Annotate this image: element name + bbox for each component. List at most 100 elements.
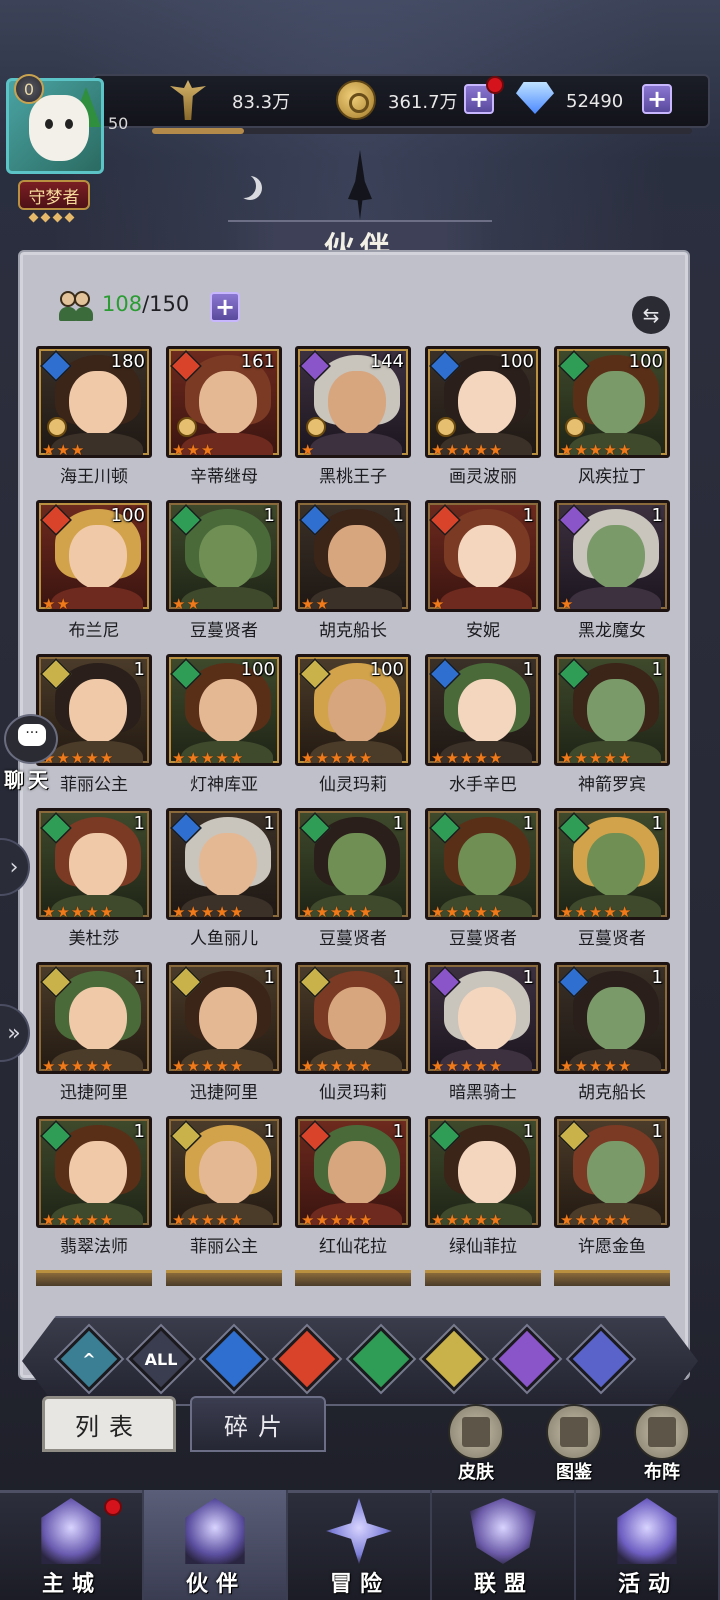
hero-level: 1 bbox=[651, 1121, 663, 1142]
codex-label[interactable]: 图鉴 bbox=[539, 1458, 609, 1484]
vip-rank-badge: 0 bbox=[14, 74, 44, 104]
hero-card[interactable]: 1 ★ ★ ★ ★ ★ 美杜莎 bbox=[36, 808, 152, 958]
nav-adventure[interactable]: 冒险 bbox=[288, 1490, 432, 1600]
star-icon: ★ bbox=[315, 1211, 329, 1228]
hero-face bbox=[69, 833, 127, 897]
wind-filter-button[interactable] bbox=[348, 1326, 414, 1392]
hero-card[interactable]: 1★★★★★菲丽公主 bbox=[166, 1116, 282, 1266]
hero-card-peek[interactable] bbox=[425, 1270, 541, 1286]
hero-name: 安妮 bbox=[466, 621, 500, 641]
codex-button[interactable] bbox=[546, 1404, 602, 1460]
hero-card[interactable]: 144 ★ 黑桃王子 bbox=[295, 346, 411, 496]
hero-card[interactable]: 1 ★ ★ ★ ★ ★ 红仙花拉 bbox=[295, 1116, 411, 1266]
hero-stars: ★★★★★ bbox=[172, 1059, 243, 1072]
hero-card[interactable]: 1 ★ ★ ★ ★ ★ 暗黑骑士 bbox=[425, 962, 541, 1112]
hero-card[interactable]: 1 ★ 黑龙魔女 bbox=[554, 500, 670, 650]
star-icon: ★ bbox=[431, 595, 445, 612]
hero-card[interactable]: 1 ★ ★ ★ ★ ★ 绿仙菲拉 bbox=[425, 1116, 541, 1266]
star-icon: ★ bbox=[488, 749, 503, 766]
hero-name: 布兰尼 bbox=[68, 621, 120, 641]
hero-name: 红仙花拉 bbox=[319, 1237, 387, 1257]
faction-filter-button[interactable]: ^ bbox=[56, 1326, 122, 1392]
hero-card[interactable]: 1 ★ ★ ★ ★ ★ 人鱼丽儿 bbox=[166, 808, 282, 958]
formation-label[interactable]: 布阵 bbox=[627, 1458, 697, 1484]
hero-card[interactable]: 1 ★ ★ ★ ★ ★ 水手辛巴 bbox=[425, 654, 541, 804]
hero-card[interactable]: 1 ★ 安妮 bbox=[425, 500, 541, 650]
hero-card-peek[interactable] bbox=[295, 1270, 411, 1286]
water-filter-button[interactable] bbox=[201, 1326, 267, 1392]
star-icon: ★ bbox=[574, 1057, 588, 1074]
star-icon: ★ bbox=[474, 441, 488, 458]
hero-card[interactable]: 1 ★ ★ ★ ★ ★ 豆蔓贤者 bbox=[425, 808, 541, 958]
nav-main-city[interactable]: 主城 bbox=[0, 1490, 144, 1600]
hero-card-peek[interactable] bbox=[36, 1270, 152, 1286]
star-icon: ★ bbox=[186, 441, 200, 458]
formation-button[interactable] bbox=[634, 1404, 690, 1460]
cosmic-filter-button[interactable] bbox=[568, 1326, 634, 1392]
hero-level: 1 bbox=[133, 813, 145, 834]
expand-roster-button[interactable]: + bbox=[210, 292, 240, 322]
hero-card[interactable]: 1 ★ ★ 豆蔓贤者 bbox=[166, 500, 282, 650]
event-cards-icon bbox=[617, 1498, 677, 1564]
hero-card[interactable]: 180 ★ ★ ★ 海王川顿 bbox=[36, 346, 152, 496]
star-icon: ★ bbox=[474, 749, 488, 766]
hero-card[interactable]: 100 ★ ★ 布兰尼 bbox=[36, 500, 152, 650]
hero-stars: ★★★★★ bbox=[42, 905, 113, 918]
hero-card[interactable]: 100 ★ ★ ★ ★ ★ 画灵波丽 bbox=[425, 346, 541, 496]
star-icon: ★ bbox=[560, 1057, 574, 1074]
hero-card[interactable]: 1 ★ ★ ★ ★ ★ 许愿金鱼 bbox=[554, 1116, 670, 1266]
chat-bubble-icon[interactable] bbox=[4, 714, 58, 764]
hero-stars: ★★★★★ bbox=[560, 751, 631, 764]
light-filter-button[interactable] bbox=[421, 1326, 487, 1392]
star-icon: ★ bbox=[560, 903, 574, 920]
hero-card-peek[interactable] bbox=[166, 1270, 282, 1286]
hero-card[interactable]: 1 ★ ★ ★ ★ ★ 翡翠法师 bbox=[36, 1116, 152, 1266]
star-icon: ★ bbox=[99, 1057, 114, 1074]
hero-card[interactable]: 100 ★ ★ ★ ★ ★ 仙灵玛莉 bbox=[295, 654, 411, 804]
notification-dot bbox=[104, 1498, 122, 1516]
nav-events[interactable]: 活动 bbox=[576, 1490, 720, 1600]
hero-level: 1 bbox=[392, 1121, 404, 1142]
hero-card[interactable]: 1 ★ ★ ★ ★ ★ 神箭罗宾 bbox=[554, 654, 670, 804]
add-gems-button[interactable]: + bbox=[642, 84, 672, 114]
skin-button[interactable] bbox=[448, 1404, 504, 1460]
star-icon: ★ bbox=[459, 903, 474, 920]
swap-sort-button[interactable]: ⇆ bbox=[632, 296, 670, 334]
hero-face bbox=[199, 833, 257, 897]
dark-filter-button[interactable] bbox=[494, 1326, 560, 1392]
hero-face bbox=[328, 371, 386, 435]
hero-card[interactable]: 1 ★ ★ 胡克船长 bbox=[295, 500, 411, 650]
star-icon: ★ bbox=[85, 1057, 99, 1074]
hero-portrait: 1★★★★★ bbox=[554, 654, 670, 766]
hero-stars: ★ bbox=[431, 595, 445, 612]
all-filter-button[interactable]: ALL bbox=[128, 1326, 194, 1392]
hero-level: 1 bbox=[263, 813, 275, 834]
chat-label[interactable]: 聊天 bbox=[4, 764, 68, 793]
player-title-tag[interactable]: 守梦者 bbox=[18, 180, 90, 210]
star-icon: ★ bbox=[474, 903, 488, 920]
hero-level: 144 bbox=[369, 351, 404, 372]
hero-card-peek[interactable] bbox=[554, 1270, 670, 1286]
hero-card[interactable]: 1 ★ ★ ★ ★ ★ 豆蔓贤者 bbox=[554, 808, 670, 958]
skin-label[interactable]: 皮肤 bbox=[441, 1458, 511, 1484]
tab-list[interactable]: 列表 bbox=[42, 1396, 176, 1452]
hero-card[interactable]: 100 ★ ★ ★ ★ ★ 风疾拉丁 bbox=[554, 346, 670, 496]
star-icon: ★ bbox=[488, 1211, 503, 1228]
hero-card[interactable]: 1 ★ ★ ★ ★ ★ 胡克船长 bbox=[554, 962, 670, 1112]
star-icon: ★ bbox=[42, 595, 56, 612]
hero-card[interactable]: 161 ★ ★ ★ 辛蒂继母 bbox=[166, 346, 282, 496]
hero-portrait: 1★★★★★ bbox=[425, 808, 541, 920]
hero-card[interactable]: 1 ★ ★ ★ ★ ★ 仙灵玛莉 bbox=[295, 962, 411, 1112]
nav-alliance[interactable]: 联盟 bbox=[432, 1490, 576, 1600]
hero-card[interactable]: 100 ★ ★ ★ ★ ★ 灯神库亚 bbox=[166, 654, 282, 804]
hero-body bbox=[569, 587, 661, 609]
tab-fragments[interactable]: 碎片 bbox=[190, 1396, 326, 1452]
hero-portrait: 1★★★★★ bbox=[425, 654, 541, 766]
nav-companions[interactable]: 伙伴 bbox=[144, 1490, 288, 1600]
fire-filter-button[interactable] bbox=[274, 1326, 340, 1392]
hero-card[interactable]: 1 ★ ★ ★ ★ ★ 迅捷阿里 bbox=[36, 962, 152, 1112]
hero-card[interactable]: 1 ★ ★ ★ ★ ★ 豆蔓贤者 bbox=[295, 808, 411, 958]
star-icon: ★ bbox=[488, 441, 503, 458]
hero-card[interactable]: 1 ★ ★ ★ ★ ★ 迅捷阿里 bbox=[166, 962, 282, 1112]
hero-portrait: 1★★★★★ bbox=[425, 1116, 541, 1228]
